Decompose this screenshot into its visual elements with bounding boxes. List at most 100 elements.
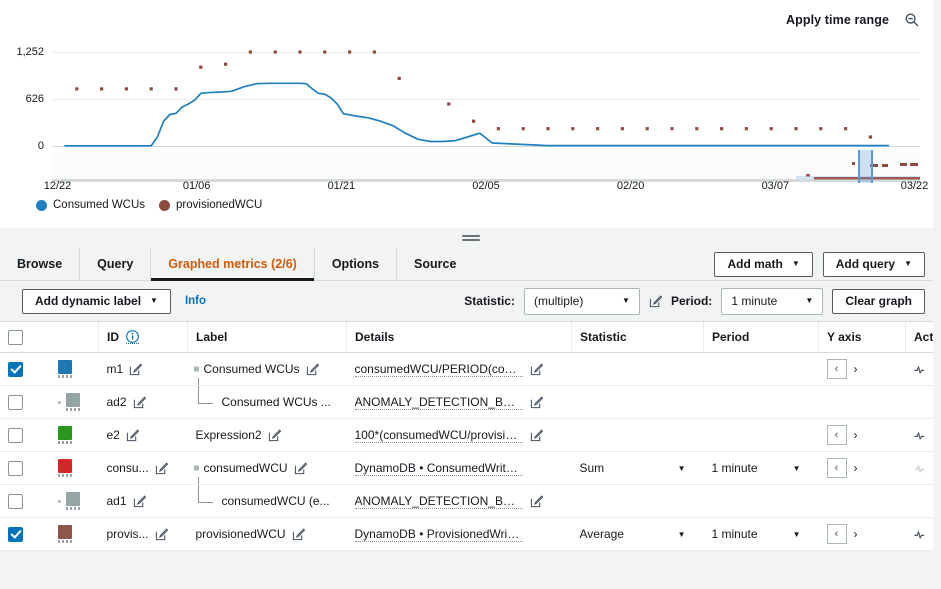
- row-details-text[interactable]: consumedWCU/PERIOD(consu...: [355, 362, 523, 377]
- header-period: Period: [704, 322, 819, 353]
- action-pulse-icon[interactable]: [914, 362, 928, 376]
- provisioned-wcu-point: [373, 50, 376, 53]
- table-row[interactable]: m1Consumed WCUsconsumedWCU/PERIOD(consu.…: [0, 353, 933, 386]
- color-swatch[interactable]: [58, 459, 72, 473]
- color-swatch[interactable]: [58, 426, 72, 440]
- row-color-cell: [50, 386, 99, 419]
- row-id-text: e2: [107, 428, 120, 442]
- table-row[interactable]: consu...consumedWCUDynamoDB • ConsumedWr…: [0, 452, 933, 485]
- brush-selection-window[interactable]: [858, 150, 873, 183]
- row-id-cell: e2: [99, 419, 188, 452]
- row-statistic-cell: Average ▼: [572, 518, 704, 551]
- action-pulse-icon[interactable]: [914, 461, 928, 475]
- row-checkbox[interactable]: [8, 395, 23, 410]
- add-query-button[interactable]: Add query ▼: [823, 252, 925, 277]
- action-pulse-icon[interactable]: [914, 527, 928, 541]
- row-statistic-value[interactable]: Average: [580, 527, 624, 541]
- y-axis-left-button[interactable]: ‹: [827, 359, 847, 379]
- row-id-text: m1: [107, 362, 124, 376]
- edit-id-icon[interactable]: [133, 396, 146, 409]
- toolbar-left-group: Add dynamic label ▼ Info: [0, 289, 206, 314]
- row-checkbox[interactable]: [8, 527, 23, 542]
- statistic-select[interactable]: (multiple) ▼: [524, 288, 640, 315]
- row-statistic-value[interactable]: Sum: [580, 461, 605, 475]
- row-details-text[interactable]: DynamoDB • ConsumedWriteCapacity: [355, 461, 523, 476]
- table-row[interactable]: provis...provisionedWCUDynamoDB • Provis…: [0, 518, 933, 551]
- edit-details-icon[interactable]: [530, 363, 543, 376]
- add-math-label: Add math: [727, 257, 782, 271]
- row-statistic-cell: [572, 386, 704, 419]
- edit-id-icon[interactable]: [155, 462, 168, 475]
- y-axis-right-button[interactable]: ›: [849, 360, 863, 378]
- y-axis-right-button[interactable]: ›: [849, 525, 863, 543]
- edit-id-icon[interactable]: [133, 495, 146, 508]
- add-dynamic-label-button[interactable]: Add dynamic label ▼: [22, 289, 171, 314]
- color-swatch[interactable]: [66, 393, 80, 407]
- row-id-text: ad1: [107, 494, 127, 508]
- y-axis-left-button[interactable]: ‹: [827, 425, 847, 445]
- color-swatch-underline: [66, 408, 80, 411]
- action-pulse-icon[interactable]: [914, 428, 928, 442]
- resize-handle-icon[interactable]: [462, 233, 480, 243]
- chevron-down-icon[interactable]: ▼: [678, 530, 686, 539]
- table-row[interactable]: e2Expression2100*(consumedWCU/provision.…: [0, 419, 933, 452]
- y-axis-tick-mid: 626: [0, 93, 44, 105]
- right-gutter: [933, 0, 941, 589]
- color-swatch[interactable]: [58, 525, 72, 539]
- row-checkbox[interactable]: [8, 494, 23, 509]
- metrics-toolbar: Add dynamic label ▼ Info Statistic: (mul…: [0, 281, 933, 321]
- edit-label-icon[interactable]: [292, 528, 305, 541]
- edit-details-icon[interactable]: [530, 396, 543, 409]
- header-select-all: [0, 322, 50, 353]
- tab-browse[interactable]: Browse: [0, 248, 79, 280]
- row-period-value[interactable]: 1 minute: [712, 461, 758, 475]
- row-checkbox[interactable]: [8, 362, 23, 377]
- period-select[interactable]: 1 minute ▼: [721, 288, 823, 315]
- y-axis-left-button[interactable]: ‹: [827, 524, 847, 544]
- table-row[interactable]: ad2Consumed WCUs ...ANOMALY_DETECTION_BA…: [0, 386, 933, 419]
- edit-details-icon[interactable]: [530, 495, 543, 508]
- tab-bar: BrowseQueryGraphed metrics (2/6) Options S…: [0, 248, 933, 281]
- legend-item[interactable]: Consumed WCUs: [36, 199, 145, 211]
- y-axis-right-button[interactable]: ›: [849, 459, 863, 477]
- y-axis-tick-top: 1,252: [0, 46, 44, 58]
- edit-id-icon[interactable]: [129, 363, 142, 376]
- y-axis-right-button[interactable]: ›: [849, 426, 863, 444]
- edit-label-icon[interactable]: [306, 363, 319, 376]
- chevron-down-icon[interactable]: ▼: [793, 530, 801, 539]
- row-period-value[interactable]: 1 minute: [712, 527, 758, 541]
- statistic-edit-icon[interactable]: [649, 295, 662, 308]
- row-details-text[interactable]: ANOMALY_DETECTION_BAND(...: [355, 395, 523, 410]
- info-icon[interactable]: [126, 330, 139, 344]
- provisioned-wcu-point: [75, 87, 78, 90]
- row-checkbox[interactable]: [8, 428, 23, 443]
- tab-query[interactable]: Query: [79, 248, 150, 280]
- tab-options[interactable]: Options: [314, 248, 396, 280]
- legend-item[interactable]: provisionedWCU: [159, 199, 262, 211]
- row-details-text[interactable]: ANOMALY_DETECTION_BAND(...: [355, 494, 523, 509]
- tab-label: Options: [332, 257, 379, 271]
- select-all-checkbox[interactable]: [8, 330, 23, 345]
- edit-details-icon[interactable]: [530, 429, 543, 442]
- time-range-brush[interactable]: [52, 152, 920, 182]
- chevron-down-icon[interactable]: ▼: [793, 464, 801, 473]
- color-swatch[interactable]: [58, 360, 72, 374]
- tab-graphed-metrics-2-6[interactable]: Graphed metrics (2/6): [150, 248, 314, 280]
- edit-id-icon[interactable]: [155, 528, 168, 541]
- clear-graph-button[interactable]: Clear graph: [832, 289, 925, 314]
- tab-source[interactable]: Source: [396, 248, 473, 280]
- y-axis-left-button[interactable]: ‹: [827, 458, 847, 478]
- tab-bar-actions: Add math ▼ Add query ▼: [714, 248, 933, 280]
- info-link[interactable]: Info: [185, 295, 206, 307]
- table-row[interactable]: ad1consumedWCU (e...ANOMALY_DETECTION_BA…: [0, 485, 933, 518]
- edit-label-icon[interactable]: [294, 462, 307, 475]
- row-checkbox[interactable]: [8, 461, 23, 476]
- provisioned-wcu-point: [199, 66, 202, 69]
- chevron-down-icon[interactable]: ▼: [678, 464, 686, 473]
- add-math-button[interactable]: Add math ▼: [714, 252, 812, 277]
- color-swatch[interactable]: [66, 492, 80, 506]
- row-details-text[interactable]: 100*(consumedWCU/provision...: [355, 428, 523, 443]
- edit-id-icon[interactable]: [126, 429, 139, 442]
- edit-label-icon[interactable]: [268, 429, 281, 442]
- row-details-text[interactable]: DynamoDB • ProvisionedWriteCapacit: [355, 527, 523, 542]
